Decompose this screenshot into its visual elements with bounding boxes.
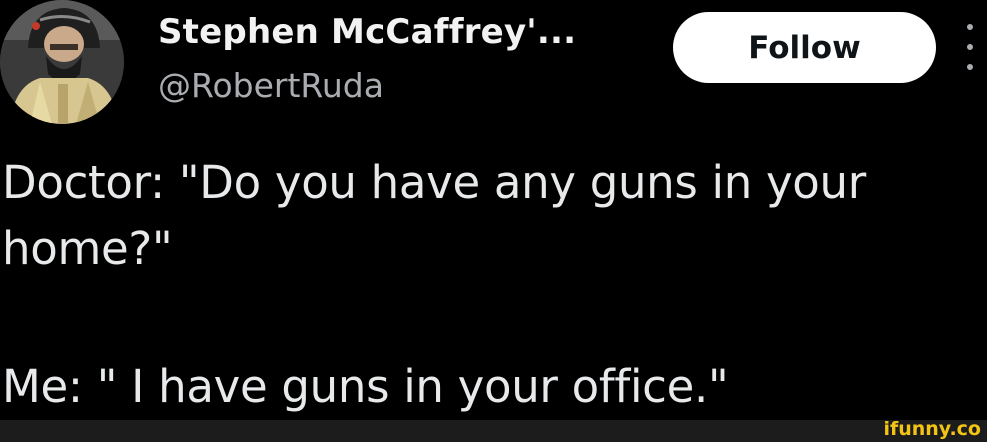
- watermark-bar: [0, 420, 987, 442]
- menu-dot: [967, 24, 973, 30]
- menu-dot: [967, 64, 973, 70]
- menu-dot: [967, 44, 973, 50]
- tweet-text-line: Doctor: "Do you have any guns in your: [2, 156, 866, 209]
- author-handle[interactable]: @RobertRuda: [158, 66, 384, 105]
- tweet-text-line: Me: " I have guns in your office.": [2, 360, 729, 413]
- author-display-name[interactable]: Stephen McCaffrey'...: [158, 12, 576, 52]
- ifunny-watermark: ifunny.co: [883, 418, 981, 440]
- more-vertical-icon[interactable]: [960, 24, 980, 70]
- avatar[interactable]: [0, 0, 124, 124]
- avatar-image: [0, 0, 124, 124]
- tweet-text-line: home?": [2, 222, 173, 275]
- follow-button[interactable]: Follow: [673, 12, 936, 83]
